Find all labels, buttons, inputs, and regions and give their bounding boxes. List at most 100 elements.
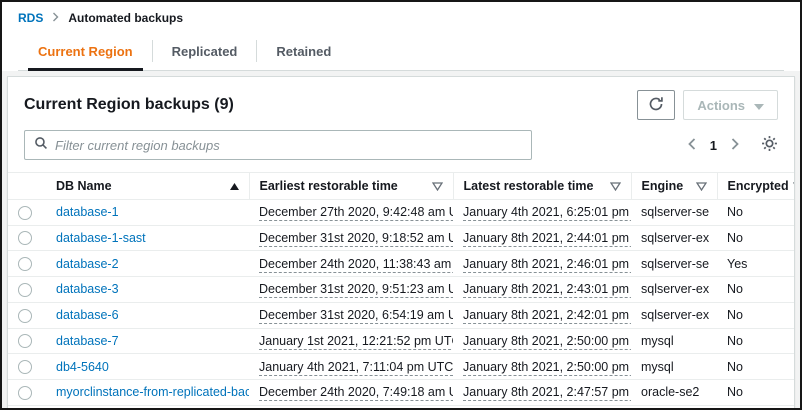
column-label: DB Name (56, 179, 112, 193)
chevron-right-icon (52, 11, 59, 25)
row-radio-button[interactable] (18, 257, 32, 271)
latest-restorable-time-cell: January 8th 2021, 2:50:00 pm UTC (453, 328, 631, 354)
breadcrumb: RDS Automated backups (18, 11, 784, 25)
column-header-earliest-restorable-time[interactable]: Earliest restorable time (249, 173, 453, 200)
select-column-header (8, 173, 46, 200)
table-row: database-2 December 24th 2020, 11:38:43 … (8, 251, 794, 277)
select-cell (8, 251, 46, 277)
db-name-link[interactable]: db4-5640 (56, 360, 109, 374)
row-radio-button[interactable] (18, 283, 32, 297)
earliest-restorable-time-cell: December 31st 2020, 9:51:23 am UTC (249, 277, 453, 303)
tab-replicated[interactable]: Replicated (162, 36, 248, 71)
refresh-icon (648, 96, 664, 115)
db-name-link[interactable]: database-3 (56, 282, 119, 296)
top-bar: RDS Automated backups Current Region Rep… (2, 2, 800, 71)
column-label: Encrypted (728, 179, 789, 193)
engine-value: sqlserver-ex (641, 231, 709, 245)
latest-restorable-time-value: January 4th 2021, 6:25:01 pm UTC (463, 205, 631, 221)
caret-down-icon (754, 98, 764, 113)
previous-page-button[interactable] (682, 136, 702, 155)
encrypted-value: No (727, 205, 743, 219)
filter-triangle-icon[interactable] (696, 182, 707, 191)
latest-restorable-time-cell: January 8th 2021, 2:47:57 pm UTC (453, 379, 631, 405)
db-name-link[interactable]: database-6 (56, 308, 119, 322)
actions-button[interactable]: Actions (683, 90, 778, 120)
column-header-latest-restorable-time[interactable]: Latest restorable time (453, 173, 631, 200)
select-cell (8, 225, 46, 251)
preferences-button[interactable] (761, 135, 778, 155)
encrypted-cell: No (717, 200, 794, 226)
page-number[interactable]: 1 (702, 138, 725, 153)
encrypted-cell: No (717, 328, 794, 354)
row-radio-button[interactable] (18, 386, 32, 400)
encrypted-cell: Yes (717, 251, 794, 277)
encrypted-cell: No (717, 225, 794, 251)
latest-restorable-time-cell: January 8th 2021, 2:43:01 pm UTC (453, 277, 631, 303)
latest-restorable-time-value: January 8th 2021, 2:47:57 pm UTC (463, 385, 631, 401)
row-radio-button[interactable] (18, 360, 32, 374)
latest-restorable-time-value: January 8th 2021, 2:50:00 pm UTC (463, 360, 631, 376)
db-name-link[interactable]: myorclinstance-from-replicated-backup (56, 385, 249, 399)
tab-bar: Current Region Replicated Retained (18, 36, 784, 71)
gear-icon (761, 135, 778, 155)
encrypted-value: No (727, 282, 743, 296)
row-radio-button[interactable] (18, 206, 32, 220)
db-name-link[interactable]: database-1-sast (56, 231, 146, 245)
db-name-link[interactable]: database-7 (56, 334, 119, 348)
row-radio-button[interactable] (18, 309, 32, 323)
select-cell (8, 405, 46, 410)
latest-restorable-time-value: January 8th 2021, 2:43:01 pm UTC (463, 282, 631, 298)
tab-current-region[interactable]: Current Region (28, 36, 143, 71)
table-row: database-1-sast December 31st 2020, 9:18… (8, 225, 794, 251)
column-header-encrypted[interactable]: Encrypted (717, 173, 794, 200)
db-name-cell: database-2 (46, 251, 249, 277)
table-row: test2-mysql-mag-maz January 6th 2021, 6:… (8, 405, 794, 410)
table-row: db4-5640 January 4th 2021, 7:11:04 pm UT… (8, 354, 794, 380)
db-name-cell: database-1 (46, 200, 249, 226)
db-name-cell: database-6 (46, 302, 249, 328)
row-radio-button[interactable] (18, 334, 32, 348)
engine-cell: sqlserver-ex (631, 302, 717, 328)
db-name-cell: test2-mysql-mag-maz (46, 405, 249, 410)
tab-retained[interactable]: Retained (266, 36, 341, 71)
table-row: database-6 December 31st 2020, 6:54:19 a… (8, 302, 794, 328)
earliest-restorable-time-cell: December 27th 2020, 9:42:48 am UTC (249, 200, 453, 226)
engine-cell: mysql (631, 328, 717, 354)
engine-cell: oracle-se2 (631, 379, 717, 405)
column-header-db-name[interactable]: DB Name (46, 173, 249, 200)
filter-box (24, 130, 532, 160)
engine-cell: sqlserver-ex (631, 225, 717, 251)
column-header-engine[interactable]: Engine (631, 173, 717, 200)
earliest-restorable-time-cell: December 31st 2020, 9:18:52 am UTC (249, 225, 453, 251)
panel-header-buttons: Actions (637, 90, 778, 120)
table-header: DB Name Earliest restorable time Latest … (8, 173, 794, 200)
table-row: database-7 January 1st 2021, 12:21:52 pm… (8, 328, 794, 354)
filter-triangle-icon[interactable] (610, 182, 621, 191)
engine-value: mysql (641, 334, 674, 348)
filter-triangle-icon[interactable] (432, 182, 443, 191)
panel-title: Current Region backups (9) (24, 90, 234, 114)
db-name-link[interactable]: database-1 (56, 205, 119, 219)
encrypted-cell: No (717, 405, 794, 410)
column-label: Latest restorable time (464, 179, 594, 193)
engine-cell: sqlserver-se (631, 251, 717, 277)
filter-triangle-icon[interactable] (793, 182, 795, 191)
select-cell (8, 302, 46, 328)
next-page-button[interactable] (725, 136, 745, 155)
earliest-restorable-time-value: January 1st 2021, 12:21:52 pm UTC (259, 334, 453, 350)
latest-restorable-time-cell: January 8th 2021, 2:44:01 pm UTC (453, 225, 631, 251)
latest-restorable-time-value: January 8th 2021, 2:42:01 pm UTC (463, 308, 631, 324)
encrypted-value: Yes (727, 257, 747, 271)
row-radio-button[interactable] (18, 231, 32, 245)
table-toolbar: 1 (8, 126, 794, 172)
earliest-restorable-time-value: December 31st 2020, 9:18:52 am UTC (259, 231, 453, 247)
breadcrumb-rds-link[interactable]: RDS (18, 11, 43, 25)
db-name-link[interactable]: database-2 (56, 257, 119, 271)
sort-ascending-icon[interactable] (230, 183, 239, 190)
page-content: Current Region backups (9) Actions (2, 71, 800, 410)
filter-input[interactable] (55, 138, 522, 153)
refresh-button[interactable] (637, 90, 675, 120)
table-body: database-1 December 27th 2020, 9:42:48 a… (8, 200, 794, 410)
select-cell (8, 328, 46, 354)
column-label: Earliest restorable time (260, 179, 398, 193)
